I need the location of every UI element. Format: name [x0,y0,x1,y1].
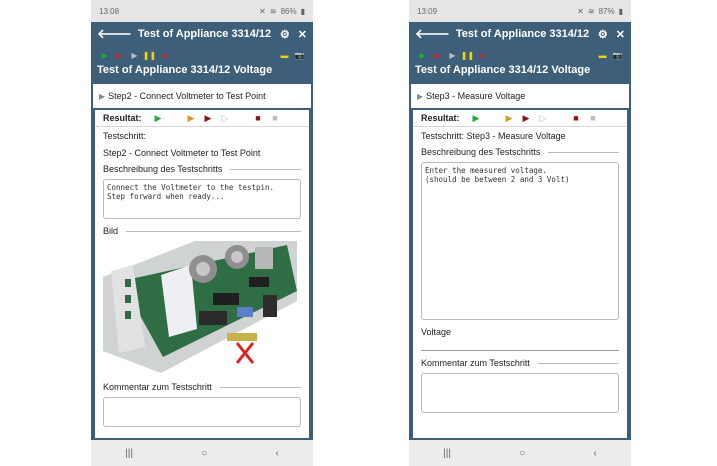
gear-icon[interactable]: ⚙ [280,28,290,41]
result-row: Resultat: ▶ ▶ ▶ ▷ ■ ■ [413,110,627,127]
result-label: Resultat: [103,113,142,123]
content-frame: ▶ ▶ ▶ ❚❚ ■ ▬ 📷 Test of Appliance 3314/12… [91,46,313,440]
beschreibung-section: Beschreibung des Testschritts [95,161,309,177]
testschritt-row: Testschritt: Step3 - Measure Voltage [413,127,627,144]
comment-icon[interactable]: ▬ [595,51,610,60]
back-nav-icon[interactable]: ‹ [594,448,597,459]
play-fail-icon[interactable]: ▶ [430,51,445,60]
step-panel: Resultat: ▶ ▶ ▶ ▷ ■ ■ Testschritt: Step3… [411,108,629,440]
battery-level: 86% [280,6,297,16]
pass-icon[interactable]: ▶ [468,113,485,124]
back-nav-icon[interactable]: ‹ [276,448,279,459]
toolbar-title: Test of Appliance 3314/12 Voltage [97,64,273,76]
app-title: Test of Appliance 3314/12 [137,28,272,40]
test-toolbar: ▶ ▶ ▶ ❚❚ ■ ▬ 📷 Test of Appliance 3314/12… [411,46,629,84]
battery-icon: ▮ [618,6,623,16]
result-row: Resultat: ▶ ▶ ▶ ▷ ■ ■ [95,110,309,127]
phone-screen-left: 13:08 ✕ ≋ 86% ▮ 🡐 Test of Appliance 3314/12… [91,0,313,466]
status-time: 13:08 [99,6,120,16]
testschritt-label: Testschritt: [421,130,465,141]
beschreibung-text: Connect the Voltmeter to the testpin. St… [103,179,301,219]
status-time: 13:09 [417,6,438,16]
skip-icon[interactable]: ▷ [535,113,552,124]
recents-icon[interactable]: ||| [125,448,133,459]
expand-triangle-icon: ▶ [99,91,106,101]
beschreibung-label: Beschreibung des Testschritts [103,164,223,174]
bild-section: Bild [95,223,309,239]
app-title: Test of Appliance 3314/12 [455,28,590,40]
beschreibung-section: Beschreibung des Testschritts [413,144,627,160]
test-toolbar: ▶ ▶ ▶ ❚❚ ■ ▬ 📷 Test of Appliance 3314/12… [93,46,311,84]
expand-triangle-icon: ▶ [417,91,424,101]
app-bar: 🡐 Test of Appliance 3314/12 ⚙ ✕ [91,22,313,46]
bild-label: Bild [103,226,119,236]
app-bar: 🡐 Test of Appliance 3314/12 ⚙ ✕ [409,22,631,46]
play-fail-icon[interactable]: ▶ [112,51,127,60]
system-nav-bar: ||| ○ ‹ [91,440,313,466]
close-icon[interactable]: ✕ [298,28,307,41]
fail-icon[interactable]: ▶ [200,113,217,124]
mute-icon: ✕ [577,6,584,16]
camera-icon[interactable]: 📷 [610,51,625,60]
back-icon[interactable]: 🡐 [97,26,132,42]
home-icon[interactable]: ○ [519,448,525,459]
clear-icon[interactable]: ■ [267,113,284,123]
home-icon[interactable]: ○ [201,448,207,459]
result-label: Resultat: [421,113,460,123]
status-bar: 13:09 ✕ ≋ 87% ▮ [409,0,631,22]
testschritt-label: Testschritt: [103,130,147,141]
pause-icon[interactable]: ❚❚ [460,51,475,60]
close-icon[interactable]: ✕ [616,28,625,41]
kommentar-label: Kommentar zum Testschritt [103,382,212,392]
circuit-board-image [103,241,301,373]
kommentar-section: Kommentar zum Testschritt [95,379,309,395]
step-selector[interactable]: ▶ Step3 - Measure Voltage [411,84,629,109]
step-forward-icon[interactable]: ▶ [127,51,142,60]
skip-icon[interactable]: ▷ [217,113,234,124]
voltage-label: Voltage [421,327,452,337]
play-icon[interactable]: ▶ [97,51,112,60]
step-forward-icon[interactable]: ▶ [445,51,460,60]
battery-icon: ▮ [300,6,305,16]
pass-icon[interactable]: ▶ [150,113,167,124]
kommentar-section: Kommentar zum Testschritt [413,355,627,371]
comment-icon[interactable]: ▬ [277,51,292,60]
kommentar-label: Kommentar zum Testschritt [421,358,530,368]
step-panel: Resultat: ▶ ▶ ▶ ▷ ■ ■ Testschritt: Step2… [93,108,311,440]
kommentar-input[interactable] [103,397,301,427]
status-bar: 13:08 ✕ ≋ 86% ▮ [91,0,313,22]
stop-icon[interactable]: ■ [157,51,172,60]
kommentar-input[interactable] [421,373,619,413]
testschritt-value: Step2 - Connect Voltmeter to Test Point [103,147,261,158]
clear-icon[interactable]: ■ [585,113,602,123]
testschritt-value: Step3 - Measure Voltage [466,130,566,141]
mute-icon: ✕ [259,6,266,16]
beschreibung-text: Enter the measured voltage. (should be b… [421,162,619,320]
phone-screen-right: 13:09 ✕ ≋ 87% ▮ 🡐 Test of Appliance 3314/12… [409,0,631,466]
back-icon[interactable]: 🡐 [415,26,450,42]
wifi-icon: ≋ [587,6,595,16]
content-frame: ▶ ▶ ▶ ❚❚ ■ ▬ 📷 Test of Appliance 3314/12… [409,46,631,440]
voltage-input[interactable] [421,350,619,351]
fail-icon[interactable]: ▶ [518,113,535,124]
recents-icon[interactable]: ||| [443,448,451,459]
step-selector[interactable]: ▶ Step2 - Connect Voltmeter to Test Poin… [93,84,311,109]
toolbar-title: Test of Appliance 3314/12 Voltage [415,64,591,76]
warn-icon[interactable]: ▶ [183,113,200,124]
pause-icon[interactable]: ❚❚ [142,51,157,60]
voltage-section: Voltage [413,324,627,340]
step-label: Step2 - Connect Voltmeter to Test Point [108,91,266,101]
abort-icon[interactable]: ■ [250,113,267,123]
battery-level: 87% [598,6,615,16]
gear-icon[interactable]: ⚙ [598,28,608,41]
play-icon[interactable]: ▶ [415,51,430,60]
abort-icon[interactable]: ■ [568,113,585,123]
beschreibung-label: Beschreibung des Testschritts [421,147,541,157]
camera-icon[interactable]: 📷 [292,51,307,60]
warn-icon[interactable]: ▶ [501,113,518,124]
step-label: Step3 - Measure Voltage [426,91,526,101]
system-nav-bar: ||| ○ ‹ [409,440,631,466]
stop-icon[interactable]: ■ [475,51,490,60]
wifi-icon: ≋ [269,6,277,16]
